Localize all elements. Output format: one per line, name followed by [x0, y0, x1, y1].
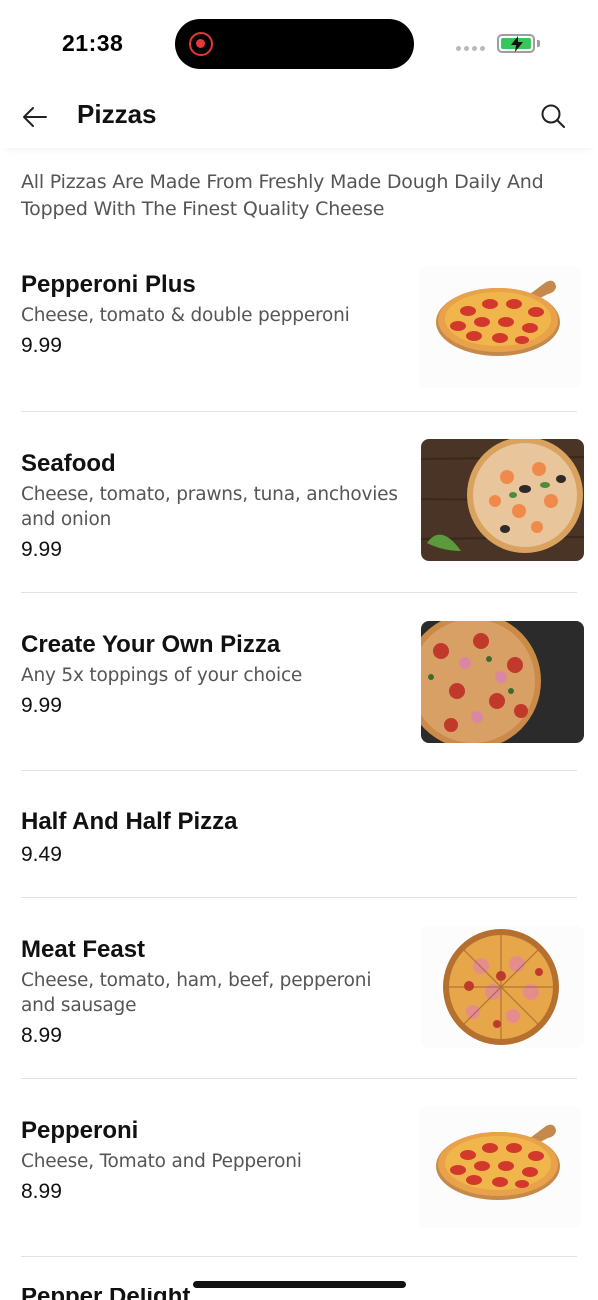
- page-title: Pizzas: [77, 99, 157, 129]
- item-description: Cheese, tomato, prawns, tuna, anchovies …: [21, 484, 398, 530]
- menu-item-create-your-own-pizza[interactable]: Create Your Own Pizza Any 5x toppings of…: [21, 593, 584, 771]
- item-text: Pepperoni Cheese, Tomato and Pepperoni 8…: [21, 1116, 411, 1206]
- cellular-signal-icon: [456, 46, 485, 51]
- back-button[interactable]: [20, 102, 50, 132]
- item-text: Half And Half Pizza 9.49: [21, 807, 411, 869]
- item-name: Pepperoni: [21, 1117, 139, 1144]
- item-description: Cheese, tomato & double pepperoni: [21, 305, 350, 326]
- search-button[interactable]: [539, 102, 567, 130]
- app-header: Pizzas: [0, 88, 598, 148]
- item-text: Meat Feast Cheese, tomato, ham, beef, pe…: [21, 935, 411, 1050]
- status-bar: 21:38: [0, 0, 598, 88]
- menu-item-next-partial[interactable]: Pepper Delight: [21, 1288, 190, 1300]
- seafood-pizza-image: [421, 439, 584, 561]
- item-price: 8.99: [21, 1180, 62, 1203]
- item-price: 9.99: [21, 694, 62, 717]
- menu-item-seafood[interactable]: Seafood Cheese, tomato, prawns, tuna, an…: [21, 412, 584, 593]
- item-text: Pepperoni Plus Cheese, tomato & double p…: [21, 270, 411, 360]
- item-price: 9.99: [21, 538, 62, 561]
- menu-item-pepperoni[interactable]: Pepperoni Cheese, Tomato and Pepperoni 8…: [21, 1079, 581, 1257]
- battery-cap: [537, 40, 540, 47]
- menu-item-pepperoni-plus[interactable]: Pepperoni Plus Cheese, tomato & double p…: [21, 232, 581, 412]
- menu-item-half-and-half-pizza[interactable]: Half And Half Pizza 9.49: [21, 771, 577, 898]
- meat-feast-pizza-image: [421, 926, 584, 1048]
- category-description: All Pizzas Are Made From Freshly Made Do…: [21, 171, 544, 220]
- item-price: 9.49: [21, 843, 62, 866]
- home-indicator[interactable]: [193, 1281, 406, 1288]
- item-text: Create Your Own Pizza Any 5x toppings of…: [21, 630, 411, 720]
- item-name: Meat Feast: [21, 936, 146, 963]
- dynamic-island: [175, 19, 414, 69]
- item-price: 9.99: [21, 334, 62, 357]
- battery-charging-icon: [497, 34, 535, 53]
- arrow-left-icon: [23, 107, 47, 127]
- item-name: Seafood: [21, 450, 116, 477]
- menu-item-meat-feast[interactable]: Meat Feast Cheese, tomato, ham, beef, pe…: [21, 898, 584, 1079]
- item-description: Cheese, tomato, ham, beef, pepperoni and…: [21, 970, 372, 1016]
- pepperoni-pizza-image: [418, 266, 581, 388]
- screen-recording-icon: [189, 32, 213, 56]
- create-your-own-pizza-image: [421, 621, 584, 743]
- item-name: Pepper Delight: [21, 1288, 190, 1300]
- item-description: Any 5x toppings of your choice: [21, 665, 303, 686]
- item-description: Cheese, Tomato and Pepperoni: [21, 1151, 302, 1172]
- menu-list: Pepperoni Plus Cheese, tomato & double p…: [21, 232, 584, 1257]
- pepperoni-pizza-image: [418, 1106, 581, 1228]
- item-price: 8.99: [21, 1024, 62, 1047]
- search-icon: [541, 104, 565, 128]
- item-name: Create Your Own Pizza: [21, 631, 281, 658]
- item-name: Half And Half Pizza: [21, 808, 238, 835]
- item-text: Seafood Cheese, tomato, prawns, tuna, an…: [21, 449, 411, 564]
- status-time: 21:38: [62, 30, 124, 56]
- item-name: Pepperoni Plus: [21, 271, 196, 298]
